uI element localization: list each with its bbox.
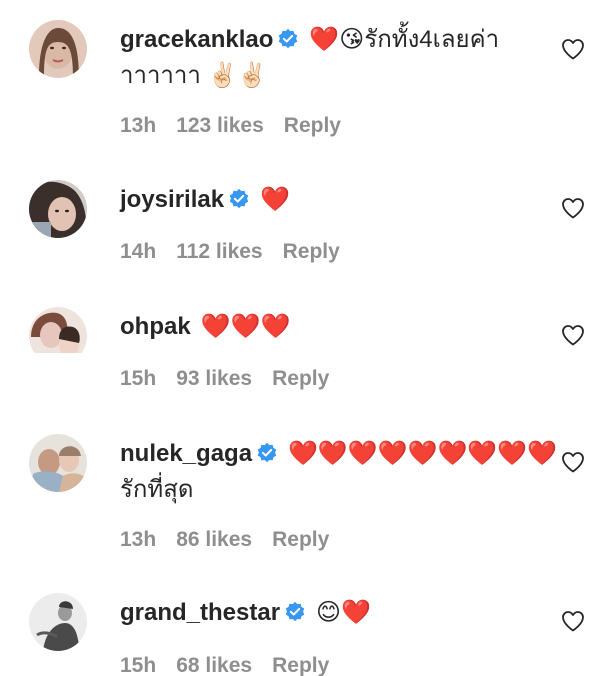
comment-time[interactable]: 14h [120, 240, 156, 263]
verified-badge-icon [257, 442, 277, 463]
comment-time[interactable]: 13h [120, 114, 156, 137]
comment-meta: 13h 123 likes Reply [120, 114, 361, 138]
comment-username[interactable]: joysirilak [120, 186, 224, 213]
comment-likes[interactable]: 86 likes [176, 528, 252, 551]
comment-username[interactable]: nulek_gaga [120, 440, 252, 467]
comment-time[interactable]: 15h [120, 654, 156, 676]
avatar[interactable] [29, 180, 87, 238]
comment-message: ❤️ [260, 186, 290, 213]
comment-message-continued: าาาาาา ✌🏻✌🏻 [120, 62, 268, 89]
comment-message-continued: รักที่สุด [120, 476, 194, 503]
reply-button[interactable]: Reply [284, 114, 341, 137]
heart-outline-icon[interactable] [561, 451, 585, 473]
comment-time[interactable]: 15h [120, 367, 156, 390]
comment-username[interactable]: grand_thestar [120, 599, 280, 626]
comment-username[interactable]: gracekanklao [120, 26, 273, 53]
comments-list: gracekanklao ❤️😘รักทั้ง4เลยค่า าาาาาา ✌🏻✌… [0, 0, 600, 676]
comment-meta: 14h 112 likes Reply [120, 240, 360, 264]
avatar[interactable] [29, 20, 87, 78]
comment-text: ohpak ❤️❤️❤️ [120, 309, 540, 345]
comment-text: gracekanklao ❤️😘รักทั้ง4เลยค่า [120, 22, 540, 58]
reply-button[interactable]: Reply [272, 528, 329, 551]
comment-message: ❤️❤️❤️ [200, 313, 291, 340]
comment-message: ❤️😘รักทั้ง4เลยค่า [309, 26, 500, 53]
comment-message: ❤️❤️❤️❤️❤️❤️❤️❤️❤️ [288, 440, 557, 467]
avatar[interactable] [29, 593, 87, 651]
comment-likes[interactable]: 68 likes [176, 654, 252, 676]
heart-outline-icon[interactable] [561, 197, 585, 219]
verified-badge-icon [229, 188, 249, 209]
comment-text: joysirilak ❤️ [120, 182, 540, 218]
comment-likes[interactable]: 93 likes [176, 367, 252, 390]
verified-badge-icon [285, 601, 305, 622]
reply-button[interactable]: Reply [283, 240, 340, 263]
comment-meta: 13h 86 likes Reply [120, 528, 349, 552]
comment-text: grand_thestar 😊❤️ [120, 595, 540, 631]
avatar[interactable] [29, 434, 87, 492]
comment-meta: 15h 93 likes Reply [120, 367, 349, 391]
comment-text: nulek_gaga ❤️❤️❤️❤️❤️❤️❤️❤️❤️ [120, 436, 557, 472]
comment-time[interactable]: 13h [120, 528, 156, 551]
reply-button[interactable]: Reply [272, 654, 329, 676]
heart-outline-icon[interactable] [561, 38, 585, 60]
heart-outline-icon[interactable] [561, 324, 585, 346]
comment-meta: 15h 68 likes Reply [120, 654, 349, 676]
comment-username[interactable]: ohpak [120, 313, 191, 340]
verified-badge-icon [279, 28, 298, 49]
comment-likes[interactable]: 123 likes [176, 114, 264, 137]
avatar[interactable] [29, 307, 87, 365]
comment-likes[interactable]: 112 likes [176, 240, 262, 263]
comment-message: 😊❤️ [316, 599, 371, 626]
reply-button[interactable]: Reply [272, 367, 329, 390]
heart-outline-icon[interactable] [561, 610, 585, 632]
